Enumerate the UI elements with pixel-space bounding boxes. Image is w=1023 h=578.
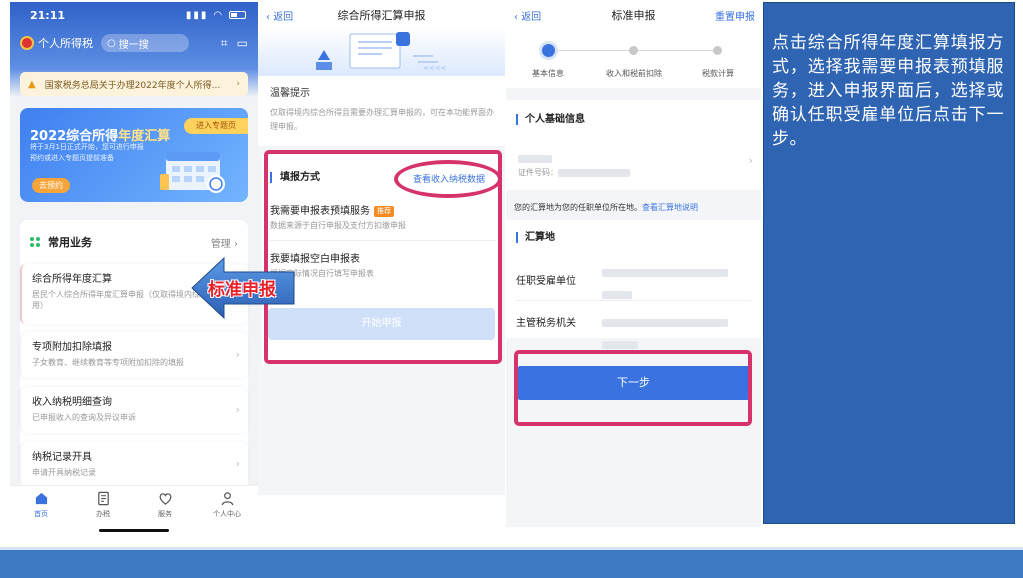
location-help-link[interactable]: 查看汇算地说明	[642, 203, 698, 212]
common-business-header: 常用业务 管理 ›	[20, 234, 248, 250]
scan-icon[interactable]: ⌗	[221, 36, 228, 51]
manage-link[interactable]: 管理 ›	[211, 235, 238, 250]
personal-info-heading: 个人基础信息	[516, 114, 585, 125]
id-label-text: 证件号码：	[518, 168, 558, 177]
home-icon	[35, 492, 47, 505]
step-dot-active	[542, 44, 555, 57]
employer-label: 任职受雇单位	[516, 276, 576, 287]
name-redacted	[518, 148, 552, 167]
status-icons: ▮▮▮ ◠	[186, 10, 246, 21]
grid-icon	[30, 237, 40, 247]
app-header: 个人所得税 ○ 搜一搜 ⌗ ▭	[10, 28, 258, 58]
banner-topic-tag[interactable]: 进入专题页	[184, 118, 248, 134]
tip-desc: 仅取得境内综合所得且需要办理汇算申报的，可在本功能界面办理申报。	[270, 108, 494, 131]
tab-label: 服务	[158, 510, 172, 518]
step-label: 税款计算	[702, 69, 734, 78]
business-item-desc: 申请开具纳税记录	[32, 468, 96, 477]
business-item-title: 专项附加扣除填报	[32, 342, 112, 353]
heart-icon	[159, 493, 171, 505]
tab-label: 办税	[96, 510, 110, 518]
header-illustration: <<<<	[258, 28, 505, 76]
user-icon	[221, 492, 233, 506]
notice-bar[interactable]: ▲ 国家税务总局关于办理2022年度个人所得... ›	[20, 72, 248, 96]
status-bar: 21:11 ▮▮▮ ◠	[10, 2, 258, 28]
manage-label: 管理	[210, 238, 231, 250]
chevron-right-icon: ›	[235, 348, 240, 361]
step-label: 收入和税前扣除	[606, 69, 662, 78]
search-icon: ○	[107, 37, 116, 49]
reset-declaration-button[interactable]: 重置申报	[715, 8, 755, 23]
back-button[interactable]: ‹ 返回	[514, 8, 541, 23]
reserve-button[interactable]: 去预约	[32, 178, 70, 193]
app-name: 个人所得税	[38, 37, 93, 50]
promo-banner[interactable]: 2022综合所得年度汇算 进入专题页 将于3月1日正式开始，您可进行申报预约或进…	[20, 108, 248, 202]
settlement-heading: 汇算地	[516, 232, 555, 243]
chevron-right-icon: ›	[235, 457, 240, 470]
step-label: 基本信息	[532, 69, 564, 78]
tab-label: 首页	[34, 510, 48, 518]
chevron-right-icon: ›	[235, 403, 240, 416]
chevron-right-icon[interactable]: ›	[749, 154, 753, 167]
employer-value-redacted[interactable]	[602, 262, 728, 300]
location-note: 您的汇算地为您的任职单位所在地。查看汇算地说明	[514, 202, 698, 213]
status-time: 21:11	[30, 8, 66, 22]
page-title: 标准申报	[611, 9, 656, 22]
step-dot	[713, 46, 722, 55]
highlight-ellipse-link	[394, 160, 502, 198]
business-item-title: 收入纳税明细查询	[32, 397, 112, 408]
business-item-tax-record[interactable]: 纳税记录开具 申请开具纳税记录 ›	[20, 442, 248, 486]
banner-desc: 将于3月1日正式开始，您可进行申报预约或进入专题页提前准备	[30, 143, 144, 162]
svg-text:<<<<: <<<<	[423, 64, 447, 72]
tax-emblem-icon	[20, 36, 34, 50]
document-icon	[97, 491, 109, 506]
section-title: 常用业务	[48, 236, 92, 249]
tab-label: 个人中心	[213, 510, 241, 518]
back-label: 返回	[521, 11, 542, 23]
business-item-desc: 已申报收入的查询及异议申诉	[32, 413, 136, 422]
tax-office-value-redacted[interactable]	[602, 312, 728, 350]
nav-bar: ‹ 返回 标准申报 重置申报	[506, 2, 761, 28]
tab-home[interactable]: 首页	[10, 486, 72, 537]
highlight-frame-next	[514, 350, 752, 426]
tip-title: 温馨提示	[270, 88, 310, 99]
progress-steps: 基本信息 收入和税前扣除 税款计算	[506, 28, 761, 88]
step-dot	[629, 46, 638, 55]
arrow-label: 标准申报	[208, 280, 276, 300]
tab-profile[interactable]: 个人中心	[196, 486, 258, 537]
nav-bar: ‹ 返回 综合所得汇算申报	[258, 2, 505, 28]
notice-text: 国家税务总局关于办理2022年度个人所得...	[44, 80, 221, 91]
business-item-income-query[interactable]: 收入纳税明细查询 已申报收入的查询及异议申诉 ›	[20, 387, 248, 433]
divider	[516, 300, 751, 301]
calendar-illustration-icon	[160, 152, 225, 193]
search-placeholder: 搜一搜	[118, 39, 149, 51]
business-item-title: 纳税记录开具	[32, 452, 92, 463]
id-number-label: 证件号码：	[518, 167, 630, 178]
business-item-desc: 子女教育、继续教育等专项附加扣除的填报	[32, 358, 184, 367]
battery-icon	[229, 10, 246, 19]
message-icon[interactable]: ▭	[237, 36, 248, 51]
phone-standard-declaration-screen: ‹ 返回 标准申报 重置申报 基本信息 收入和税前扣除 税款计算 个人基础信息 …	[506, 2, 761, 527]
home-indicator	[99, 529, 169, 532]
search-box[interactable]: ○ 搜一搜	[101, 34, 189, 52]
page-title: 综合所得汇算申报	[337, 9, 426, 22]
location-note-text: 您的汇算地为您的任职单位所在地。	[514, 203, 642, 212]
chevron-right-icon: ›	[236, 79, 240, 89]
business-item-special-deduction[interactable]: 专项附加扣除填报 子女教育、继续教育等专项附加扣除的填报 ›	[20, 332, 248, 378]
slide: 21:11 ▮▮▮ ◠ 个人所得税 ○ 搜一搜 ⌗ ▭ ▲ 国家税务总局关于办理…	[0, 0, 1023, 578]
tax-office-label: 主管税务机关	[516, 318, 576, 329]
instruction-box: 点击综合所得年度汇算填报方式，选择我需要申报表预填服务，进入申报界面后，选择或确…	[763, 2, 1015, 524]
bell-icon: ▲	[28, 78, 36, 90]
back-button[interactable]: ‹ 返回	[266, 8, 293, 23]
back-label: 返回	[273, 11, 294, 23]
footer-bar	[0, 547, 1023, 578]
document-illustration-icon: <<<<	[316, 32, 447, 72]
